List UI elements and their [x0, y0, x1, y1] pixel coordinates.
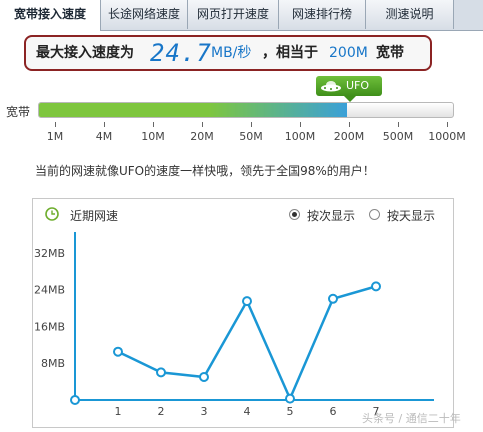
scale-tick-label: 10M: [141, 130, 165, 143]
radio-by-day[interactable]: [369, 209, 380, 220]
chart-title: 近期网速: [70, 209, 119, 223]
ufo-badge: UFO: [316, 76, 382, 102]
speed-bar: [38, 102, 454, 118]
radio-by-day-label[interactable]: 按天显示: [387, 207, 435, 224]
radio-by-count-label[interactable]: 按次显示: [307, 207, 355, 224]
scale-tick: [104, 122, 105, 127]
scale-tick-label: 200M: [333, 130, 365, 143]
scale-tick: [153, 122, 154, 127]
scale-tick-label: 1M: [46, 130, 64, 143]
scale-tick: [447, 122, 448, 127]
speed-unit: MB/秒: [211, 45, 252, 61]
speed-message: 当前的网速就像UFO的速度一样快哦，领先于全国98%的用户！: [35, 164, 375, 178]
tab-speed-help[interactable]: 测速说明: [366, 0, 454, 29]
scale-tick-label: 20M: [190, 130, 214, 143]
scale-tick-label: 100M: [284, 130, 316, 143]
tab-long-distance-speed[interactable]: 长途网络速度: [101, 0, 188, 29]
speed-summary-box: 最大接入速度为 24.7 MB/秒 ，相当于 200M 宽带: [24, 35, 432, 71]
scale-tick: [398, 122, 399, 127]
speed-prefix: 最大接入速度为: [36, 45, 134, 61]
scale-tick: [202, 122, 203, 127]
chart-panel: [32, 198, 454, 428]
scale-tick-label: 4M: [95, 130, 113, 143]
scale-tick-label: 1000M: [428, 130, 466, 143]
scale-tick: [349, 122, 350, 127]
radio-by-count[interactable]: [289, 209, 300, 220]
tab-bar: 宽带接入速度 长途网络速度 网页打开速度 网速排行榜 测速说明: [0, 0, 483, 31]
speed-equiv-label: ，相当于: [262, 45, 318, 61]
ufo-badge-label: UFO: [346, 79, 370, 92]
scale-tick-label: 50M: [239, 130, 263, 143]
scale-tick: [251, 122, 252, 127]
speed-bar-fill: [39, 103, 348, 117]
clock-icon: [45, 207, 59, 221]
ufo-icon: [321, 81, 341, 92]
watermark: 头条号 / 通信二十年: [362, 412, 461, 425]
tab-ranking[interactable]: 网速排行榜: [279, 0, 366, 29]
scale-tick: [300, 122, 301, 127]
tab-webpage-speed[interactable]: 网页打开速度: [188, 0, 279, 29]
scale-tick-label: 500M: [382, 130, 414, 143]
scale-tick: [55, 122, 56, 127]
bar-label: 宽带: [6, 105, 31, 119]
tab-broadband-speed[interactable]: 宽带接入速度: [0, 0, 101, 31]
speed-value: 24.7: [150, 39, 212, 67]
speed-suffix: 宽带: [376, 45, 404, 61]
speed-equiv-value: 200M: [329, 45, 368, 61]
